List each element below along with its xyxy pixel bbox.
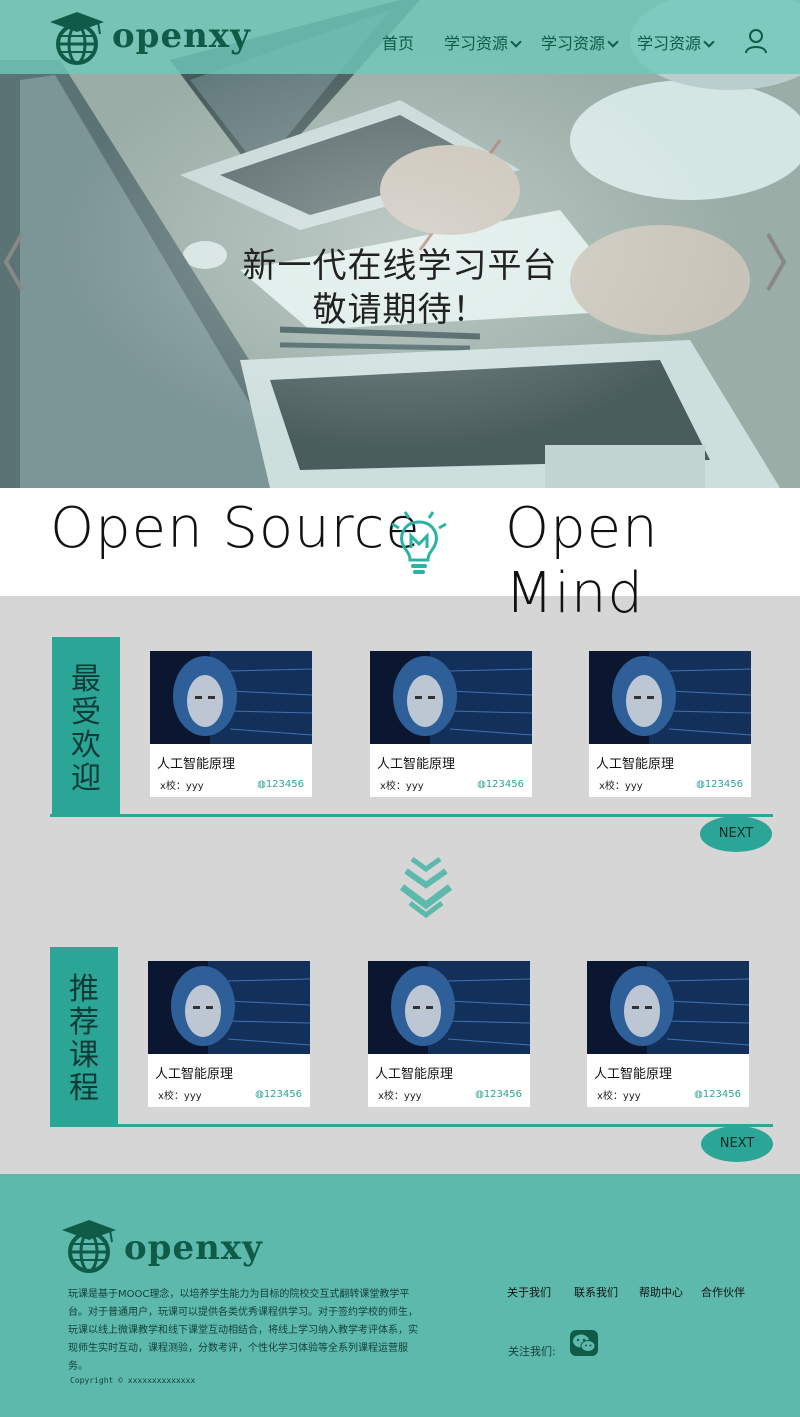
course-title: 人工智能原理 [594, 1067, 673, 1082]
section-title: 推荐课程 [69, 972, 99, 1106]
carousel-prev-icon[interactable] [2, 232, 26, 292]
footer: openxy 玩课是基于MOOC理念，以培养学生能力为目标的院校交互式翻转课堂教… [0, 1174, 800, 1417]
nav-item-home[interactable]: 首页 [382, 30, 414, 56]
course-title: 人工智能原理 [157, 757, 236, 772]
hero-subheadline: 敬请期待！ [312, 290, 488, 330]
course-view-count: ◍123456 [255, 1089, 302, 1100]
course-view-count: ◍123456 [477, 779, 524, 790]
course-thumbnail [587, 961, 749, 1054]
course-thumbnail [589, 651, 751, 744]
course-thumbnail [368, 961, 530, 1054]
course-school: x校：yyy [378, 1091, 422, 1102]
slogan-band: Open Source Open Mind [0, 488, 800, 626]
lightbulb-m-icon [391, 511, 447, 574]
course-title: 人工智能原理 [155, 1067, 234, 1082]
section-divider [50, 1124, 773, 1127]
footer-link-contact[interactable]: 联系我们 [574, 1284, 618, 1300]
copyright: Copyright © xxxxxxxxxxxxxx [70, 1376, 196, 1385]
nav-item-resources-2[interactable]: 学习资源 [541, 30, 619, 56]
course-school: x校：yyy [160, 781, 204, 792]
nav-item-label: 学习资源 [541, 34, 606, 53]
course-title: 人工智能原理 [596, 757, 675, 772]
course-title: 人工智能原理 [377, 757, 456, 772]
course-school: x校：yyy [380, 781, 424, 792]
top-nav-bar: openxy 首页 学习资源 学习资源 学习资源 [0, 0, 800, 74]
course-school: x校：yyy [158, 1091, 202, 1102]
course-card[interactable]: 人工智能原理 x校：yyy ◍123456 [587, 961, 749, 1107]
course-school: x校：yyy [599, 781, 643, 792]
footer-logo[interactable]: openxy [60, 1216, 263, 1274]
section-divider [50, 814, 773, 817]
slogan-open-source: Open Source [50, 496, 421, 561]
next-button[interactable]: NEXT [700, 816, 772, 852]
section-label-popular: 最受欢迎 [52, 637, 120, 815]
nav-item-label: 学习资源 [444, 34, 509, 53]
chevron-down-icon [510, 36, 522, 48]
nav-item-resources-1[interactable]: 学习资源 [444, 30, 522, 56]
brand-name: openxy [112, 16, 251, 56]
course-card[interactable]: 人工智能原理 x校：yyy ◍123456 [370, 651, 532, 797]
globe-graduation-cap-icon [62, 1220, 116, 1273]
footer-link-about[interactable]: 关于我们 [507, 1284, 551, 1300]
footer-link-partners[interactable]: 合作伙伴 [701, 1284, 745, 1300]
nav-item-label: 首页 [382, 34, 415, 53]
course-thumbnail [150, 651, 312, 744]
wechat-icon[interactable] [570, 1330, 598, 1356]
chevron-down-icon [607, 36, 619, 48]
chevron-down-icon [703, 36, 715, 48]
section-recommended: 推荐课程 人工智能原理 x校：yyy ◍123456 人工智能原理 x校：yyy… [0, 906, 800, 1176]
logo[interactable]: openxy [48, 8, 251, 66]
course-view-count: ◍123456 [475, 1089, 522, 1100]
course-thumbnail [370, 651, 532, 744]
nav-item-resources-3[interactable]: 学习资源 [637, 30, 715, 56]
footer-link-help[interactable]: 帮助中心 [639, 1284, 683, 1300]
course-card[interactable]: 人工智能原理 x校：yyy ◍123456 [368, 961, 530, 1107]
course-school: x校：yyy [597, 1091, 641, 1102]
section-label-recommended: 推荐课程 [50, 947, 118, 1125]
carousel-next-icon[interactable] [764, 232, 788, 292]
globe-graduation-cap-icon [50, 12, 104, 65]
course-card[interactable]: 人工智能原理 x校：yyy ◍123456 [589, 651, 751, 797]
section-title: 最受欢迎 [71, 662, 101, 796]
course-card[interactable]: 人工智能原理 x校：yyy ◍123456 [148, 961, 310, 1107]
section-popular: 最受欢迎 人工智能原理 x校：yyy ◍123456 人工智能原理 x校：yyy… [0, 596, 800, 866]
course-title: 人工智能原理 [375, 1067, 454, 1082]
course-view-count: ◍123456 [696, 779, 743, 790]
nav-item-label: 学习资源 [637, 34, 702, 53]
course-view-count: ◍123456 [694, 1089, 741, 1100]
brand-name: openxy [124, 1228, 263, 1268]
user-icon[interactable] [744, 28, 768, 54]
next-button[interactable]: NEXT [701, 1126, 773, 1162]
course-view-count: ◍123456 [257, 779, 304, 790]
course-card[interactable]: 人工智能原理 x校：yyy ◍123456 [150, 651, 312, 797]
course-thumbnail [148, 961, 310, 1054]
hero-headline: 新一代在线学习平台 [242, 246, 558, 286]
follow-us-label: 关注我们: [508, 1345, 556, 1358]
footer-description: 玩课是基于MOOC理念，以培养学生能力为目标的院校交互式翻转课堂教学平台。对于普… [68, 1289, 418, 1372]
